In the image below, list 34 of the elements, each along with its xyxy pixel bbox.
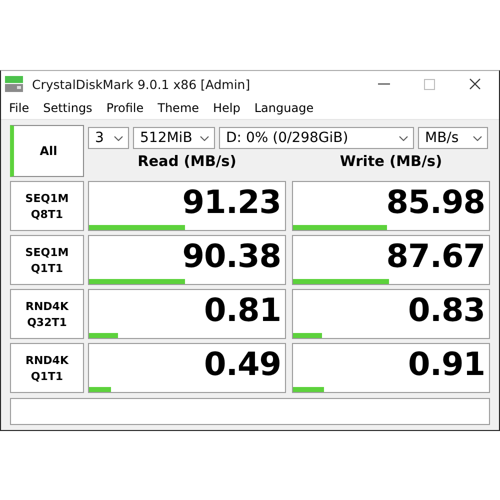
dropdown[interactable]: 512MiB <box>133 127 215 149</box>
column-header: Write (MB/s) <box>338 154 444 170</box>
menu-item[interactable]: Settings <box>43 101 92 115</box>
test-button[interactable]: RND4K Q32T1 <box>10 289 84 339</box>
test-button[interactable]: RND4K Q1T1 <box>10 343 84 393</box>
result-value: 0.91 <box>407 344 486 384</box>
chevron-icon <box>399 136 408 140</box>
chevron-icon <box>114 136 123 140</box>
close-icon[interactable] <box>469 78 481 90</box>
menu-item[interactable]: Help <box>213 101 240 115</box>
chevron-icon <box>200 136 209 140</box>
test-button[interactable]: SEQ1M Q1T1 <box>10 235 84 285</box>
result-value: 91.23 <box>181 182 282 222</box>
all-button[interactable]: All <box>10 125 84 177</box>
chevron-icon <box>473 136 482 140</box>
menu-item[interactable]: Theme <box>158 101 200 115</box>
minimize-icon[interactable] <box>378 83 390 85</box>
result-value: 85.98 <box>385 182 486 222</box>
test-button[interactable]: SEQ1M Q8T1 <box>10 181 84 231</box>
result-value: 0.81 <box>203 290 282 330</box>
app-icon <box>5 76 23 92</box>
comment-field[interactable] <box>10 398 490 425</box>
dropdown[interactable]: D: 0% (0/298GiB) <box>219 127 414 149</box>
result-value: 87.67 <box>385 236 486 276</box>
result-value: 90.38 <box>181 236 282 276</box>
menu-item[interactable]: Language <box>254 101 314 115</box>
result-value: 0.83 <box>407 290 486 330</box>
window-title: CrystalDiskMark 9.0.1 x86 [Admin] <box>32 76 252 92</box>
menu-item[interactable]: Profile <box>106 101 144 115</box>
dropdown[interactable]: MB/s <box>418 127 488 149</box>
column-header: Read (MB/s) <box>136 154 238 170</box>
dropdown[interactable]: 3 <box>88 127 129 149</box>
menu-item[interactable]: File <box>9 101 30 115</box>
result-value: 0.49 <box>203 344 282 384</box>
